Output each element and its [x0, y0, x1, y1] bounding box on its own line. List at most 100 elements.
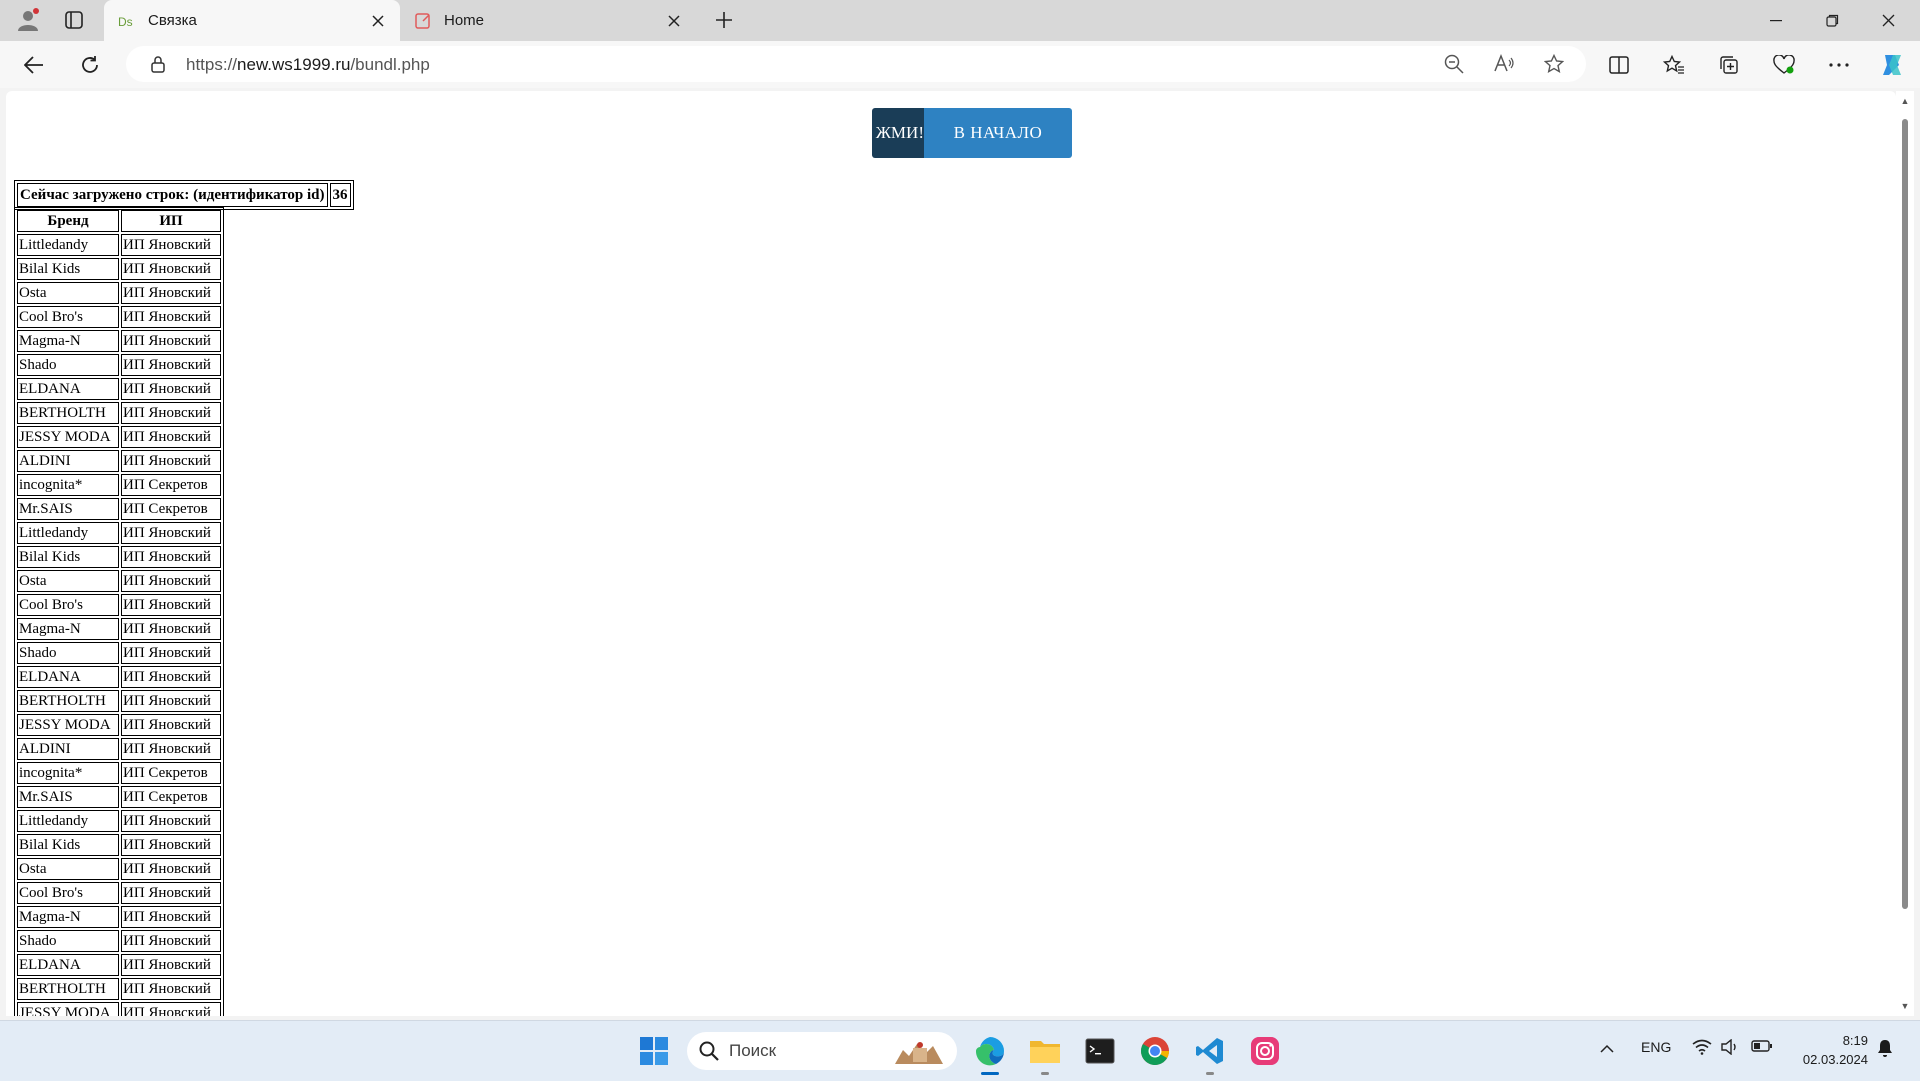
ip-cell: ИП Яновский: [121, 570, 221, 592]
table-row: incognita* ИП Секретов: [17, 762, 221, 784]
tab-actions-icon[interactable]: [58, 4, 90, 36]
table-row: Bilal Kids ИП Яновский: [17, 258, 221, 280]
table-row: Cool Bro's ИП Яновский: [17, 594, 221, 616]
show-hidden-icons-icon[interactable]: [1600, 1041, 1614, 1057]
vscode-icon[interactable]: [1192, 1033, 1228, 1075]
split-screen-icon[interactable]: [1601, 47, 1637, 83]
url-path: /bundl.php: [350, 55, 430, 74]
tab-bar: Ds Связка Home: [0, 0, 1920, 41]
brand-cell: JESSY MODA: [17, 714, 119, 736]
search-highlight-icon: [891, 1036, 951, 1066]
browser-essentials-icon[interactable]: [1766, 47, 1802, 83]
zoom-out-icon[interactable]: [1440, 50, 1468, 78]
ip-cell: ИП Яновский: [121, 690, 221, 712]
table-row: Littledandy ИП Яновский: [17, 234, 221, 256]
table-row: JESSY MODA ИП Яновский: [17, 1002, 221, 1016]
lock-icon[interactable]: [144, 50, 172, 78]
table-row: ALDINI ИП Яновский: [17, 450, 221, 472]
taskbar-search[interactable]: Поиск: [687, 1032, 957, 1070]
url-host: new.ws1999.ru: [237, 55, 351, 74]
brand-cell: ELDANA: [17, 666, 119, 688]
home-button[interactable]: В НАЧАЛО: [924, 108, 1072, 158]
table-row: Shado ИП Яновский: [17, 642, 221, 664]
svg-text:Ds: Ds: [118, 15, 133, 29]
ip-cell: ИП Секретов: [121, 498, 221, 520]
close-tab-icon[interactable]: [364, 7, 392, 35]
back-arrow-icon[interactable]: [16, 47, 52, 83]
active-app-indicator: [981, 1072, 999, 1075]
close-tab-icon[interactable]: [660, 7, 688, 35]
ip-cell: ИП Яновский: [121, 258, 221, 280]
brand-cell: incognita*: [17, 762, 119, 784]
table-row: ELDANA ИП Яновский: [17, 378, 221, 400]
ip-cell: ИП Яновский: [121, 954, 221, 976]
restore-icon[interactable]: [1804, 0, 1860, 41]
wifi-icon[interactable]: [1692, 1039, 1712, 1058]
profile-icon[interactable]: [12, 4, 44, 36]
read-aloud-icon[interactable]: [1490, 50, 1518, 78]
clock-time: 8:19: [1842, 1033, 1868, 1048]
ip-cell: ИП Яновский: [121, 594, 221, 616]
edge-icon[interactable]: [972, 1033, 1008, 1075]
instagram-icon[interactable]: [1247, 1033, 1283, 1069]
ip-cell: ИП Яновский: [121, 522, 221, 544]
table-row: Shado ИП Яновский: [17, 930, 221, 952]
notifications-bell-icon[interactable]: [1876, 1038, 1894, 1061]
more-menu-icon[interactable]: [1821, 47, 1857, 83]
ip-cell: ИП Секретов: [121, 786, 221, 808]
table-row: ELDANA ИП Яновский: [17, 954, 221, 976]
scrollbar-thumb[interactable]: [1902, 119, 1908, 909]
brand-table: Бренд ИП Littledandy ИП Яновский Bilal Kid…: [14, 207, 224, 1016]
scroll-down-icon[interactable]: ▼: [1900, 1001, 1910, 1011]
tab-favicon-icon: [414, 12, 432, 30]
page-viewport: ЖМИ! В НАЧАЛО Сейчас загружено строк: (и…: [6, 91, 1896, 1016]
ip-cell: ИП Яновский: [121, 714, 221, 736]
ip-cell: ИП Секретов: [121, 762, 221, 784]
taskbar: Поиск ENG 8:19 02.03.2024: [0, 1020, 1920, 1081]
system-clock[interactable]: 8:19 02.03.2024: [1790, 1031, 1868, 1069]
tab-active[interactable]: Ds Связка: [104, 0, 400, 41]
minimize-icon[interactable]: [1748, 0, 1804, 41]
url-scheme: https://: [186, 55, 238, 74]
table-row: Bilal Kids ИП Яновский: [17, 546, 221, 568]
ip-cell: ИП Секретов: [121, 474, 221, 496]
file-explorer-icon[interactable]: [1027, 1033, 1063, 1075]
refresh-icon[interactable]: [72, 47, 108, 83]
favorites-icon[interactable]: [1656, 47, 1692, 83]
start-icon[interactable]: [636, 1033, 672, 1069]
tab-home[interactable]: Home: [400, 0, 696, 41]
vertical-scrollbar[interactable]: ▲ ▼: [1896, 91, 1914, 1016]
brand-cell: Osta: [17, 858, 119, 880]
collections-icon[interactable]: [1711, 47, 1747, 83]
volume-icon[interactable]: [1720, 1038, 1740, 1058]
ip-cell: ИП Яновский: [121, 642, 221, 664]
press-button[interactable]: ЖМИ!: [872, 108, 924, 158]
brand-cell: BERTHOLTH: [17, 402, 119, 424]
copilot-icon[interactable]: [1874, 47, 1910, 83]
ip-cell: ИП Яновский: [121, 354, 221, 376]
chrome-icon[interactable]: [1137, 1033, 1173, 1069]
terminal-icon[interactable]: [1082, 1033, 1118, 1069]
input-language[interactable]: ENG: [1641, 1039, 1671, 1055]
ip-cell: ИП Яновский: [121, 282, 221, 304]
table-row: Littledandy ИП Яновский: [17, 810, 221, 832]
url-text[interactable]: https://new.ws1999.ru/bundl.php: [186, 55, 430, 75]
address-bar[interactable]: https://new.ws1999.ru/bundl.php: [126, 46, 1586, 82]
press-button-label: ЖМИ!: [875, 123, 924, 142]
brand-cell: ALDINI: [17, 738, 119, 760]
ip-cell: ИП Яновский: [121, 906, 221, 928]
battery-icon[interactable]: [1751, 1039, 1773, 1056]
scroll-up-icon[interactable]: ▲: [1900, 96, 1910, 106]
new-tab-icon[interactable]: [708, 4, 740, 36]
loaded-rows-table: Сейчас загружено строк: (идентификатор i…: [14, 180, 354, 210]
brand-cell: Bilal Kids: [17, 258, 119, 280]
brand-cell: Shado: [17, 354, 119, 376]
brand-cell: Magma-N: [17, 906, 119, 928]
ip-cell: ИП Яновский: [121, 546, 221, 568]
table-row: Bilal Kids ИП Яновский: [17, 834, 221, 856]
close-window-icon[interactable]: [1860, 0, 1916, 41]
favorite-star-icon[interactable]: [1540, 50, 1568, 78]
brand-cell: ELDANA: [17, 954, 119, 976]
brand-cell: Littledandy: [17, 810, 119, 832]
ip-cell: ИП Яновский: [121, 738, 221, 760]
